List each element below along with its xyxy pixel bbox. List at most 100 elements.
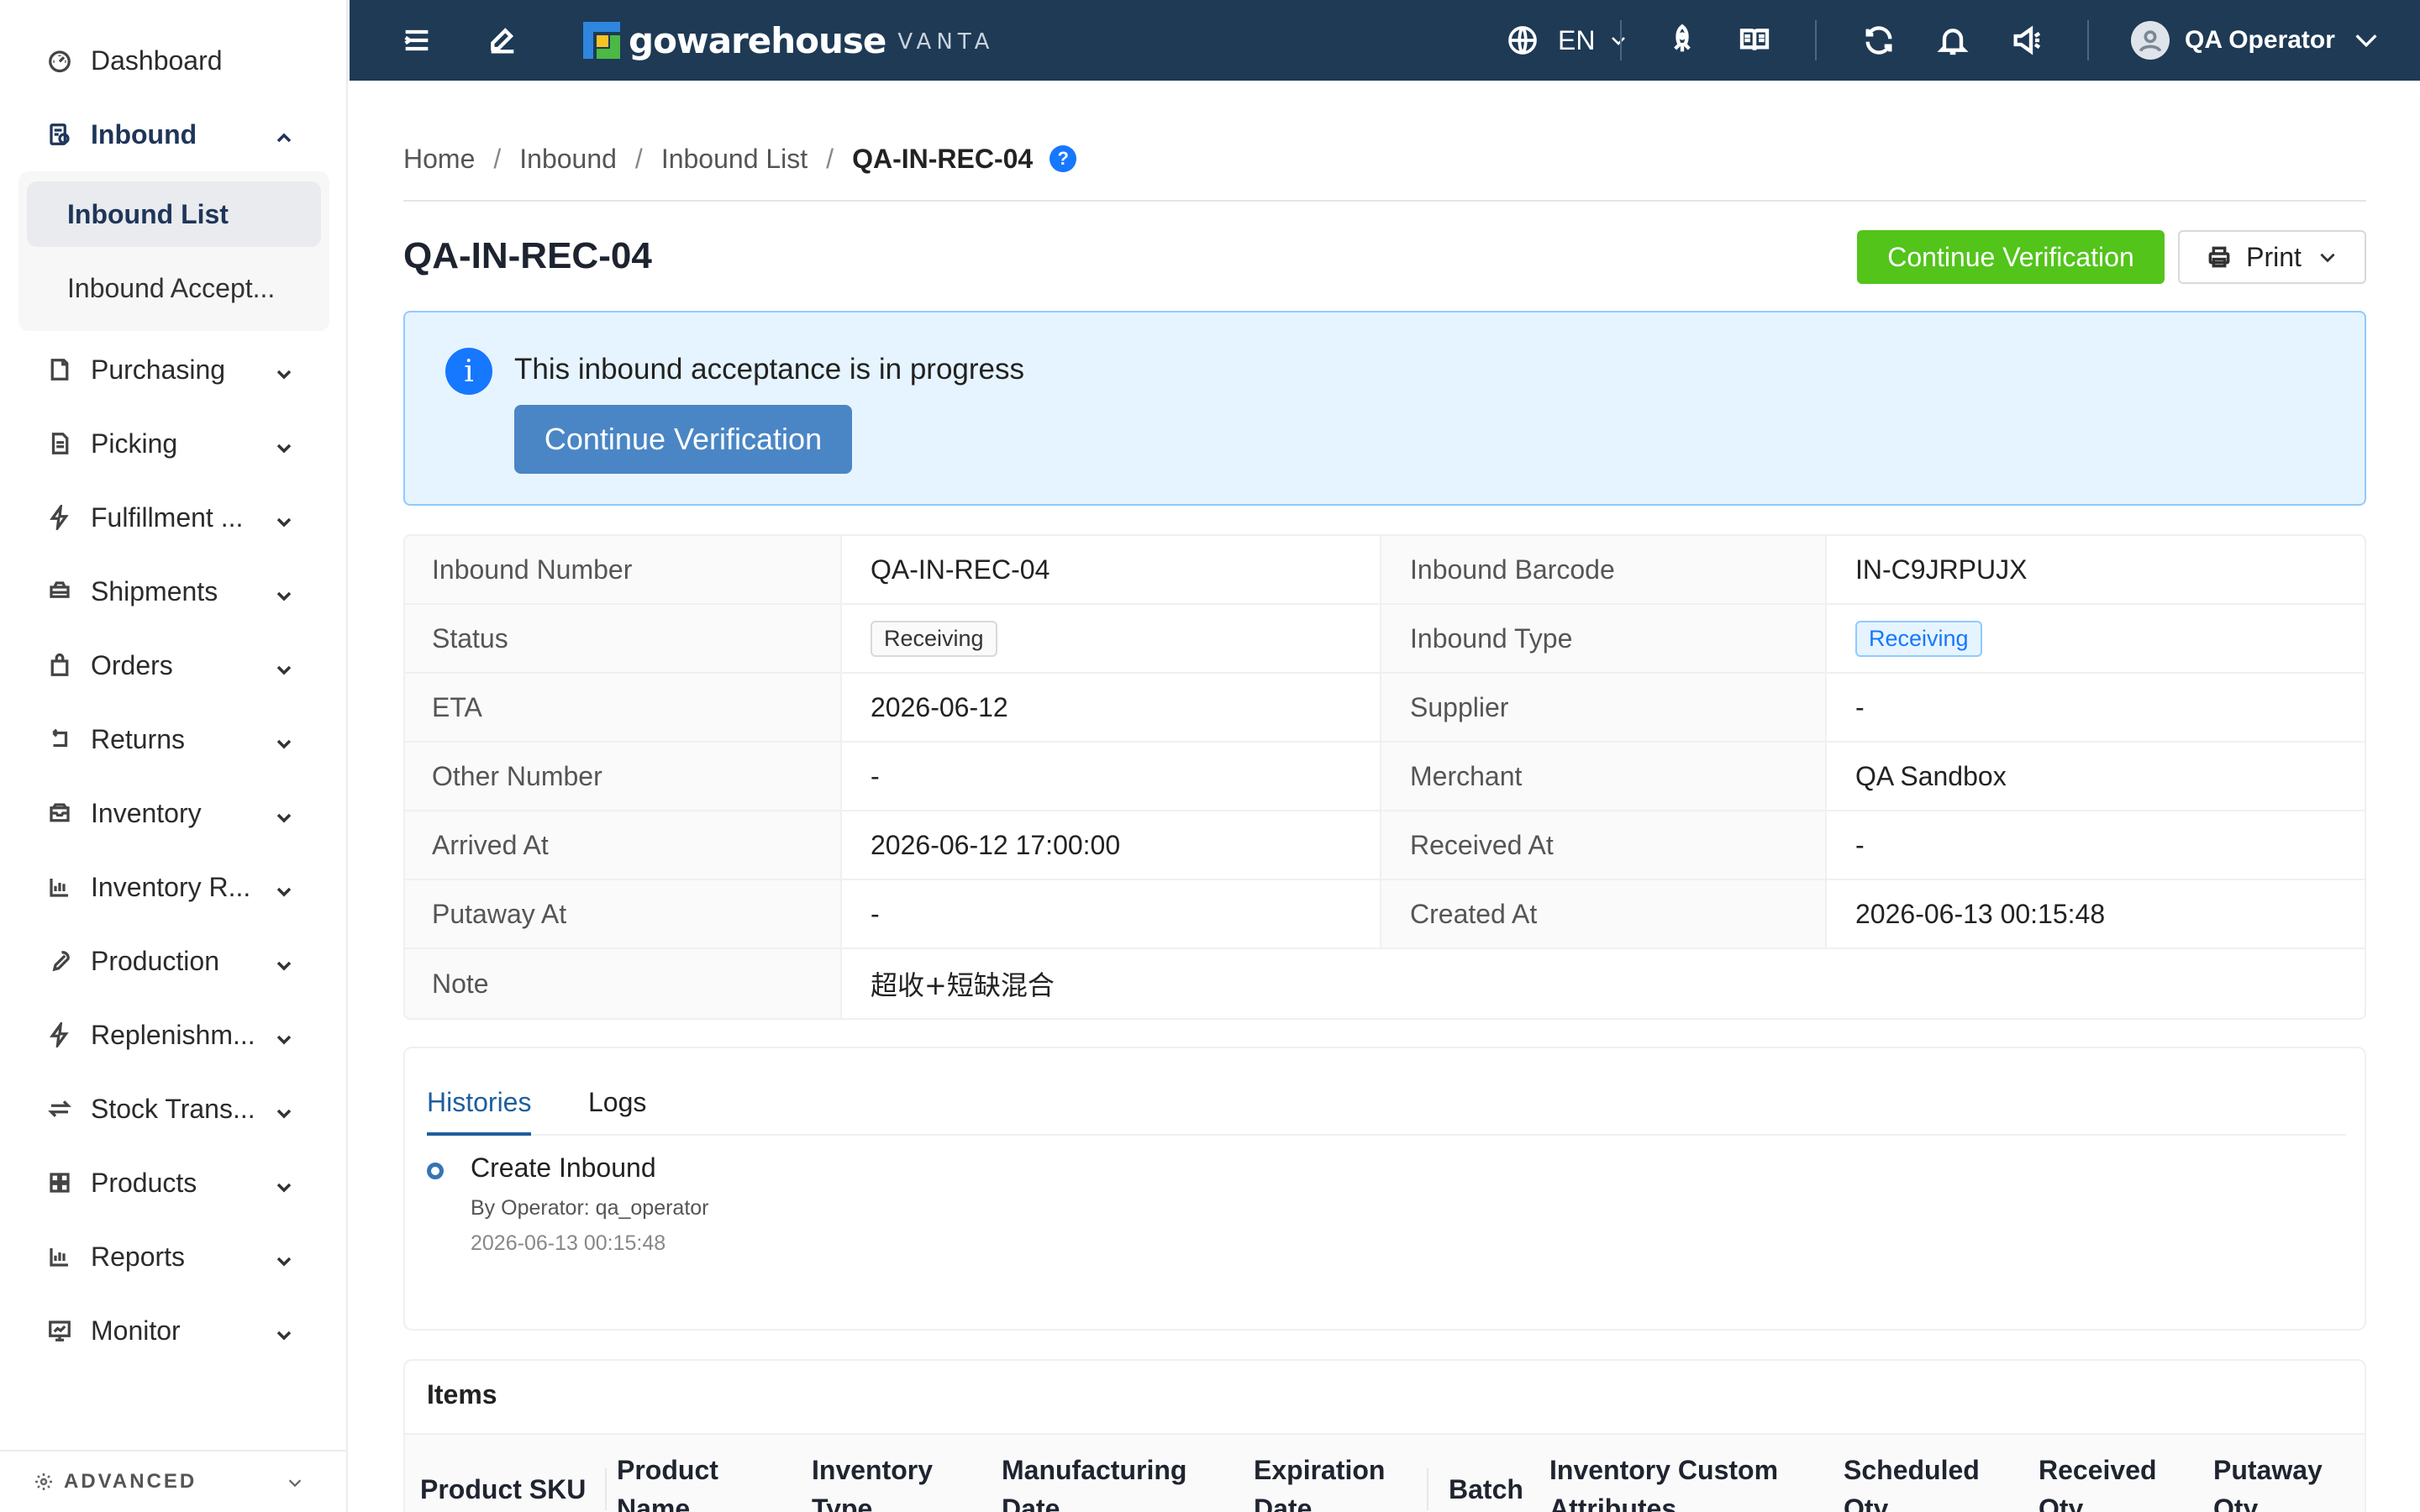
history-tabs: Histories Logs [427, 1087, 2346, 1136]
breadcrumb-inbound-list[interactable]: Inbound List [661, 144, 808, 175]
breadcrumb-separator: / [493, 143, 502, 174]
column-header-product-name[interactable]: Product Name [617, 1435, 718, 1512]
merchant-value: QA Sandbox [1855, 760, 2007, 791]
stock-transfer-icon [45, 1095, 74, 1123]
app-logo[interactable]: gowarehouse VANTA [583, 17, 994, 64]
chevron-down-icon [274, 729, 294, 749]
announcement-icon[interactable] [2008, 22, 2045, 59]
inbound-submenu: Inbound List Inbound Accept... [18, 171, 329, 331]
sidebar-item-dashboard[interactable]: Dashboard [0, 35, 348, 86]
language-selector[interactable]: EN [1506, 22, 1628, 59]
column-header-manufacturing-date[interactable]: Manufacturing Date [1002, 1435, 1186, 1512]
chevron-down-icon [1612, 37, 1626, 45]
sidebar-item-label: Products [91, 1167, 197, 1198]
logo-subtitle: VANTA [897, 29, 995, 55]
reports-icon [45, 1242, 74, 1271]
sidebar-item-inventory-report[interactable]: Inventory R... [0, 862, 348, 912]
created-at-value: 2026-06-13 00:15:48 [1855, 898, 2106, 929]
top-bar: gowarehouse VANTA EN QA Operator [350, 0, 2420, 81]
putaway-at-value: - [842, 880, 1381, 948]
sidebar-item-production[interactable]: Production [0, 936, 348, 986]
column-header-inventory-custom-attributes[interactable]: Inventory Custom Attributes [1549, 1435, 1778, 1512]
detail-row: Putaway At - Created At 2026-06-13 00:15… [405, 880, 2365, 949]
sidebar-item-label: Dashboard [91, 45, 223, 76]
chevron-down-icon [274, 433, 294, 454]
sidebar-item-inventory[interactable]: Inventory [0, 788, 348, 838]
column-header-product-sku[interactable]: Product SKU [420, 1435, 586, 1512]
column-header-scheduled-qty[interactable]: Scheduled Qty [1844, 1435, 1980, 1512]
inbound-barcode-value: IN-C9JRPUJX [1855, 554, 2028, 585]
detail-row: Note 超收+短缺混合 [405, 949, 2365, 1018]
chevron-down-icon [274, 1320, 294, 1341]
chevron-down-icon [274, 951, 294, 971]
inbound-type-cell: Receiving [1827, 605, 2365, 672]
sidebar-item-picking[interactable]: Picking [0, 418, 348, 469]
rocket-icon[interactable] [1664, 22, 1701, 59]
sidebar-item-inbound-list[interactable]: Inbound List [27, 181, 321, 247]
sidebar-item-stock-transfer[interactable]: Stock Trans... [0, 1084, 348, 1134]
chevron-down-icon [286, 1473, 314, 1498]
tab-histories[interactable]: Histories [427, 1087, 532, 1136]
bell-icon[interactable] [1934, 22, 1971, 59]
sidebar-item-inbound[interactable]: Inbound [0, 109, 348, 160]
breadcrumb-home[interactable]: Home [403, 144, 475, 175]
column-header-putaway-qty[interactable]: Putaway Qty [2213, 1435, 2323, 1512]
column-header-batch[interactable]: Batch [1449, 1435, 1523, 1512]
alert-message: This inbound acceptance is in progress [514, 353, 1025, 386]
divider [403, 200, 2366, 202]
sidebar-item-products[interactable]: Products [0, 1158, 348, 1208]
sidebar-item-inbound-acceptance[interactable]: Inbound Accept... [27, 255, 321, 321]
detail-label: Received At [1381, 811, 1827, 879]
sidebar-item-orders[interactable]: Orders [0, 640, 348, 690]
sidebar-item-monitor[interactable]: Monitor [0, 1305, 348, 1356]
breadcrumb-current: QA-IN-REC-04 [852, 143, 1034, 174]
sidebar-item-shipments[interactable]: Shipments [0, 566, 348, 617]
detail-label: Other Number [405, 743, 842, 810]
continue-verification-button[interactable]: Continue Verification [1857, 230, 2165, 284]
sidebar-item-label: Replenishm... [91, 1019, 255, 1050]
breadcrumb-inbound[interactable]: Inbound [519, 144, 617, 175]
sidebar-item-returns[interactable]: Returns [0, 714, 348, 764]
chevron-down-icon [274, 1099, 294, 1119]
sidebar-item-reports[interactable]: Reports [0, 1231, 348, 1282]
detail-row: Status Receiving Inbound Type Receiving [405, 605, 2365, 674]
info-icon: i [445, 348, 492, 395]
refresh-icon[interactable] [1860, 22, 1897, 59]
user-menu[interactable]: QA Operator [2131, 18, 2381, 62]
avatar [2131, 21, 2170, 60]
detail-label: Note [405, 949, 842, 1018]
replenishment-icon [45, 1021, 74, 1049]
column-header-received-qty[interactable]: Received Qty [2039, 1435, 2157, 1512]
chevron-down-icon [274, 507, 294, 528]
inventory-icon [45, 799, 74, 827]
printer-icon [2208, 246, 2230, 268]
column-header-inventory-type[interactable]: Inventory Type [812, 1435, 933, 1512]
inbound-icon [45, 120, 74, 149]
book-icon[interactable] [1736, 22, 1773, 59]
detail-row: Arrived At 2026-06-12 17:00:00 Received … [405, 811, 2365, 880]
sidebar-item-purchasing[interactable]: Purchasing [0, 344, 348, 395]
inventory-report-icon [45, 873, 74, 901]
sidebar-item-replenishment[interactable]: Replenishm... [0, 1010, 348, 1060]
help-icon[interactable]: ? [1050, 145, 1077, 172]
items-title: Items [427, 1379, 497, 1410]
tab-logs[interactable]: Logs [588, 1087, 646, 1136]
divider [1815, 20, 1817, 60]
logo-mark-icon [583, 22, 620, 59]
sidebar-item-fulfillment[interactable]: Fulfillment ... [0, 492, 348, 543]
chevron-down-icon [274, 1173, 294, 1193]
divider [2087, 20, 2089, 60]
edit-icon[interactable] [484, 22, 521, 59]
detail-row: Inbound Number QA-IN-REC-04 Inbound Barc… [405, 536, 2365, 605]
sidebar-item-label: Returns [91, 723, 186, 754]
menu-collapse-icon[interactable] [398, 22, 435, 59]
chevron-down-icon [274, 877, 294, 897]
advanced-section-toggle[interactable]: ADVANCED [0, 1450, 348, 1512]
column-header-expiration-date[interactable]: Expiration Date [1254, 1435, 1385, 1512]
print-button[interactable]: Print [2178, 230, 2366, 284]
history-entry-operator: By Operator: qa_operator [471, 1196, 709, 1220]
alert-continue-verification-button[interactable]: Continue Verification [514, 405, 852, 474]
detail-label: Supplier [1381, 674, 1827, 741]
detail-row: ETA 2026-06-12 Supplier - [405, 674, 2365, 743]
column-divider [1427, 1468, 1428, 1510]
